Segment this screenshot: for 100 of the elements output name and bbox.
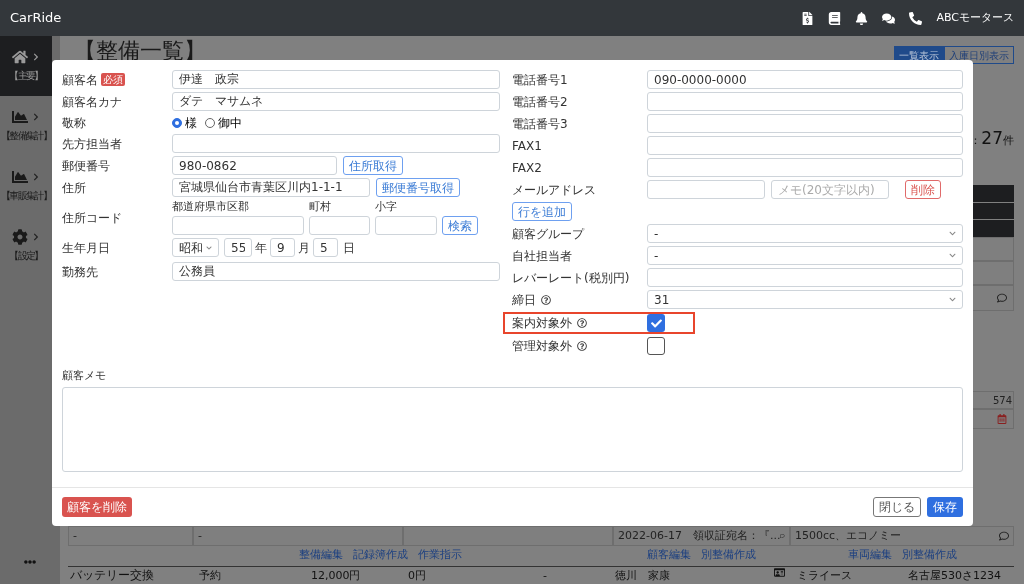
table-cell-text: 2022-06-17 領収証宛名：『... [618,527,781,544]
delete-customer-button[interactable]: 顧客を削除 [62,497,132,517]
lookup-button[interactable]: 住所取得 [343,156,403,175]
field-label: 顧客名カナ [62,93,122,111]
field-label: 電話番号2 [512,93,568,111]
text-field[interactable] [172,216,304,235]
text-field[interactable]: 宮城県仙台市青葉区川内1-1-1 [172,178,370,197]
field-label: 郵便番号 [62,157,110,175]
table-cell: - [193,526,403,546]
checkbox[interactable] [647,314,665,332]
field-label: 電話番号1 [512,71,568,89]
id-card-icon[interactable] [774,567,785,578]
text-field[interactable] [647,114,963,133]
company-name[interactable]: ABCモータース [936,9,1014,27]
sub-label: 小字 [375,200,398,214]
field-label: 先方担当者 [62,135,122,153]
book-icon[interactable] [828,11,842,25]
result-count: ：27件 [970,127,1014,151]
memo-field[interactable]: メモ(20文字以内) [771,180,889,199]
text-field[interactable]: 090-0000-0000 [647,70,963,89]
chevron-icon [32,173,40,181]
field-label: 自社担当者 [512,247,572,265]
sidebar-item[interactable]: 【車販集計】 [0,156,52,216]
field-label: FAX2 [512,159,542,177]
comment-icon[interactable] [999,531,1009,541]
table-cell-text: 1500cc、エコノミー [795,527,902,544]
required-badge: 必須 [101,73,125,86]
text-field[interactable] [309,216,370,235]
sidebar-item[interactable]: 【主要】 [0,36,52,96]
table-cell-text: バッテリー交換 [69,567,155,584]
caret-icon [949,296,956,303]
add-row-button[interactable]: 行を追加 [512,202,572,221]
select-field[interactable]: - [647,246,963,265]
day-unit: 日 [343,239,355,257]
email-field[interactable] [647,180,765,199]
save-button[interactable]: 保存 [927,497,963,517]
field-label: 顧客グループ [512,225,584,243]
text-field[interactable] [375,216,437,235]
table-cell-text: 名古屋530さ1234 [908,568,1002,584]
field-label: 顧客名 [62,71,98,89]
phone-icon[interactable] [909,11,923,25]
day-field[interactable]: 5 [313,238,338,257]
select-field[interactable]: 31 [647,290,963,309]
month-unit: 月 [298,239,310,257]
comment-icon[interactable] [997,293,1007,303]
table-cell-text: - [542,568,548,584]
comment-icon[interactable] [780,531,785,541]
text-field[interactable]: 980-0862 [172,156,337,175]
chart-icon [12,169,28,185]
field-label: 案内対象外 [512,315,572,332]
chat-icon[interactable] [882,11,896,25]
search-button[interactable]: 検索 [442,216,478,235]
field-label: 住所 [62,179,86,197]
field-label: レバーレート(税別円) [512,269,630,287]
year-field[interactable]: 55 [224,238,252,257]
radio-option[interactable]: 御中 [205,113,242,132]
table-cell-text: 0円 [408,568,427,584]
text-field[interactable]: 公務員 [172,262,500,281]
radio-option[interactable]: 様 [172,113,197,132]
text-field[interactable] [172,134,500,153]
invoice-icon[interactable] [801,11,815,25]
field-label: 締日 [512,291,536,309]
settings-icon [12,229,28,245]
chevron-icon [32,233,40,241]
text-field[interactable] [647,268,963,287]
brand-name[interactable]: CarRide [10,8,62,28]
close-button[interactable]: 閉じる [873,497,921,517]
text-field[interactable] [647,136,963,155]
calendar-icon[interactable] [997,414,1007,424]
month-field[interactable]: 9 [270,238,295,257]
chart-icon [12,109,28,125]
sub-label: 町村 [309,200,332,214]
text-field[interactable] [647,92,963,111]
help-icon[interactable] [577,318,587,328]
delete-button[interactable]: 削除 [905,180,941,199]
field-label: 生年月日 [62,239,110,257]
field-label: メールアドレス [512,181,596,199]
sidebar-item[interactable]: 【整備集計】 [0,96,52,156]
bell-icon[interactable] [855,11,869,25]
page-title: 【整備一覧】 [74,38,206,64]
lookup-button[interactable]: 郵便番号取得 [376,178,460,197]
chevron-icon [32,53,40,61]
select-field[interactable]: - [647,224,963,243]
caret-icon [949,252,956,259]
table-cell-text: ミライース [796,568,853,584]
help-icon[interactable] [577,341,587,351]
text-field[interactable] [647,158,963,177]
help-icon[interactable] [541,294,551,305]
sidebar-item[interactable]: 【設定】 [0,216,52,276]
era-select[interactable]: 昭和 [172,238,219,257]
table-cell: - [68,526,193,546]
table-cell-text: 574 [992,393,1012,408]
text-field[interactable]: 伊達 政宗 [172,70,500,89]
home-icon [12,49,28,65]
text-field[interactable]: ダテ マサムネ [172,92,500,111]
table-cell-text: 12,000円 [311,568,362,584]
caret-icon [206,244,212,251]
checkbox[interactable] [647,337,665,355]
status-select[interactable]: 予約 [193,567,311,584]
memo-field[interactable] [62,387,963,472]
